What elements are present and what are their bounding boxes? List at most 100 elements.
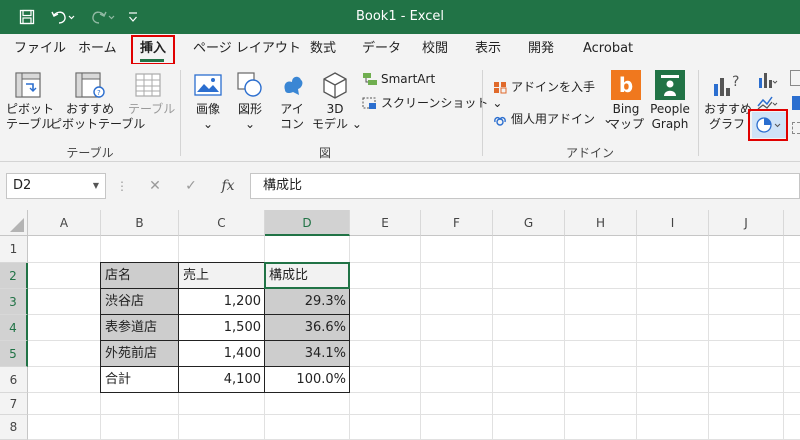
- pivot-table-button[interactable]: ピボット テーブル: [6, 70, 54, 132]
- table-cell[interactable]: 29.3%: [266, 289, 349, 315]
- select-all-corner[interactable]: [0, 210, 28, 236]
- column-header-e[interactable]: E: [350, 210, 421, 236]
- column-header-d[interactable]: D: [265, 210, 350, 236]
- cancel-icon[interactable]: ✕: [144, 173, 166, 199]
- formula-bar: D2 ▼ ⋮ ✕ ✓ fx 構成比: [0, 162, 800, 210]
- insert-function-icon[interactable]: fx: [216, 173, 240, 199]
- window-title: Book1 - Excel: [355, 9, 445, 24]
- icons-button[interactable]: アイ コン: [274, 70, 310, 132]
- row-header-4[interactable]: 4: [0, 315, 28, 341]
- my-addins-label: 個人用アドイン: [511, 112, 596, 126]
- 3d-models-label-1: 3D: [326, 102, 344, 116]
- gridline: [28, 414, 800, 415]
- table-cell[interactable]: 合計: [102, 367, 178, 393]
- pie-chart-highlight: [748, 109, 788, 141]
- chevron-down-icon[interactable]: ▼: [93, 174, 99, 198]
- addins-group-label: アドイン: [565, 146, 614, 160]
- column-header-c[interactable]: C: [179, 210, 265, 236]
- table-border: [178, 262, 179, 393]
- gridline: [564, 236, 565, 440]
- icons-icon: [284, 76, 303, 95]
- tab-review[interactable]: 校閲: [422, 34, 448, 64]
- chevron-down-icon: ⌄: [492, 95, 503, 110]
- 3d-models-label-2-wrap: モデル ⌄: [312, 117, 362, 132]
- bing-label-2: マップ: [607, 117, 644, 131]
- table-header-cell[interactable]: 売上: [180, 263, 264, 289]
- chart-type-icon[interactable]: [792, 96, 800, 110]
- table-header-cell[interactable]: 構成比: [266, 263, 349, 289]
- formula-input[interactable]: 構成比: [250, 173, 800, 199]
- table-cell[interactable]: 1,400: [180, 341, 264, 367]
- tab-data[interactable]: データ: [362, 34, 401, 64]
- table-cell[interactable]: 表参道店: [102, 315, 178, 341]
- column-header-i[interactable]: I: [637, 210, 709, 236]
- table-group-label: テーブル: [66, 146, 114, 160]
- tab-acrobat[interactable]: Acrobat: [583, 34, 633, 64]
- row-header-3[interactable]: 3: [0, 289, 28, 315]
- table-cell[interactable]: 1,500: [180, 315, 264, 341]
- chevron-down-icon: ⌄: [351, 117, 362, 131]
- chart-type-icon[interactable]: [792, 122, 800, 134]
- tab-view[interactable]: 表示: [475, 34, 501, 64]
- column-header-j[interactable]: J: [709, 210, 784, 236]
- shapes-label: 図形: [237, 102, 262, 116]
- table-cell[interactable]: 渋谷店: [102, 289, 178, 315]
- name-box[interactable]: D2 ▼: [6, 173, 106, 199]
- tab-page-layout[interactable]: ページ レイアウト: [193, 34, 301, 64]
- store-icon: [494, 81, 507, 93]
- my-addins-button[interactable]: 個人用アドイン ⌄: [492, 110, 613, 127]
- recommended-charts-button[interactable]: ? おすすめ グラフ: [704, 70, 752, 132]
- gridline: [708, 236, 709, 440]
- gridline: [783, 236, 784, 440]
- bing-maps-button[interactable]: b Bing マップ: [606, 70, 646, 132]
- chevron-down-icon: ⌄: [244, 117, 256, 131]
- table-cell[interactable]: 100.0%: [266, 367, 349, 393]
- tab-home[interactable]: ホーム: [78, 34, 117, 64]
- column-header-b[interactable]: B: [101, 210, 179, 236]
- gridline: [420, 236, 421, 440]
- tab-file[interactable]: ファイル: [14, 34, 66, 64]
- worksheet-grid[interactable]: A B C D E F G H I J 1 2 3 4 5 6 7 8 店名 売…: [0, 210, 800, 440]
- table-cell[interactable]: 4,100: [180, 367, 264, 393]
- table-button[interactable]: テーブル: [128, 70, 175, 117]
- bar-chart-icon[interactable]: [756, 70, 778, 93]
- title-bar: Book1 - Excel: [0, 0, 800, 34]
- enter-icon[interactable]: ✓: [180, 173, 202, 199]
- table-cell[interactable]: 36.6%: [266, 315, 349, 341]
- recommended-pivot-label-1: おすすめ: [65, 102, 114, 116]
- table-cell[interactable]: 34.1%: [266, 341, 349, 367]
- people-graph-button[interactable]: People Graph: [648, 70, 692, 132]
- recommended-pivot-button[interactable]: ? おすすめ ピボットテーブル: [50, 70, 145, 132]
- recommended-pivot-icon: ?: [75, 72, 105, 98]
- row-header-5[interactable]: 5: [0, 341, 28, 367]
- column-header-a[interactable]: A: [28, 210, 101, 236]
- smartart-button[interactable]: SmartArt: [362, 72, 435, 86]
- tab-formulas[interactable]: 数式: [310, 34, 336, 64]
- get-addins-button[interactable]: アドインを入手: [492, 78, 595, 95]
- table-header-cell[interactable]: 店名: [102, 263, 178, 289]
- row-header-1[interactable]: 1: [0, 236, 28, 263]
- shapes-button[interactable]: 図形 ⌄: [232, 70, 268, 132]
- row-header-2[interactable]: 2: [0, 263, 28, 289]
- recommended-charts-icon: ?: [714, 74, 739, 96]
- row-header-6[interactable]: 6: [0, 367, 28, 393]
- tab-developer[interactable]: 開発: [528, 34, 554, 64]
- smartart-label: SmartArt: [381, 72, 436, 86]
- table-cell[interactable]: 1,200: [180, 289, 264, 315]
- row-header-7[interactable]: 7: [0, 393, 28, 415]
- icons-label-1: アイ: [280, 102, 304, 116]
- row-header-8[interactable]: 8: [0, 415, 28, 440]
- table-cell[interactable]: 外苑前店: [102, 341, 178, 367]
- 3d-models-button[interactable]: 3D モデル ⌄: [312, 70, 362, 132]
- column-header-f[interactable]: F: [421, 210, 493, 236]
- chart-type-icon[interactable]: [790, 70, 800, 86]
- column-header-h[interactable]: H: [565, 210, 637, 236]
- image-button[interactable]: 画像 ⌄: [190, 70, 226, 132]
- ribbon-separator: [698, 70, 699, 156]
- column-header-partial[interactable]: [784, 210, 800, 236]
- column-header-g[interactable]: G: [493, 210, 565, 236]
- pivot-table-icon: [15, 72, 41, 98]
- table-icon: [135, 73, 161, 97]
- svg-text:?: ?: [97, 89, 101, 97]
- svg-text:?: ?: [732, 74, 739, 90]
